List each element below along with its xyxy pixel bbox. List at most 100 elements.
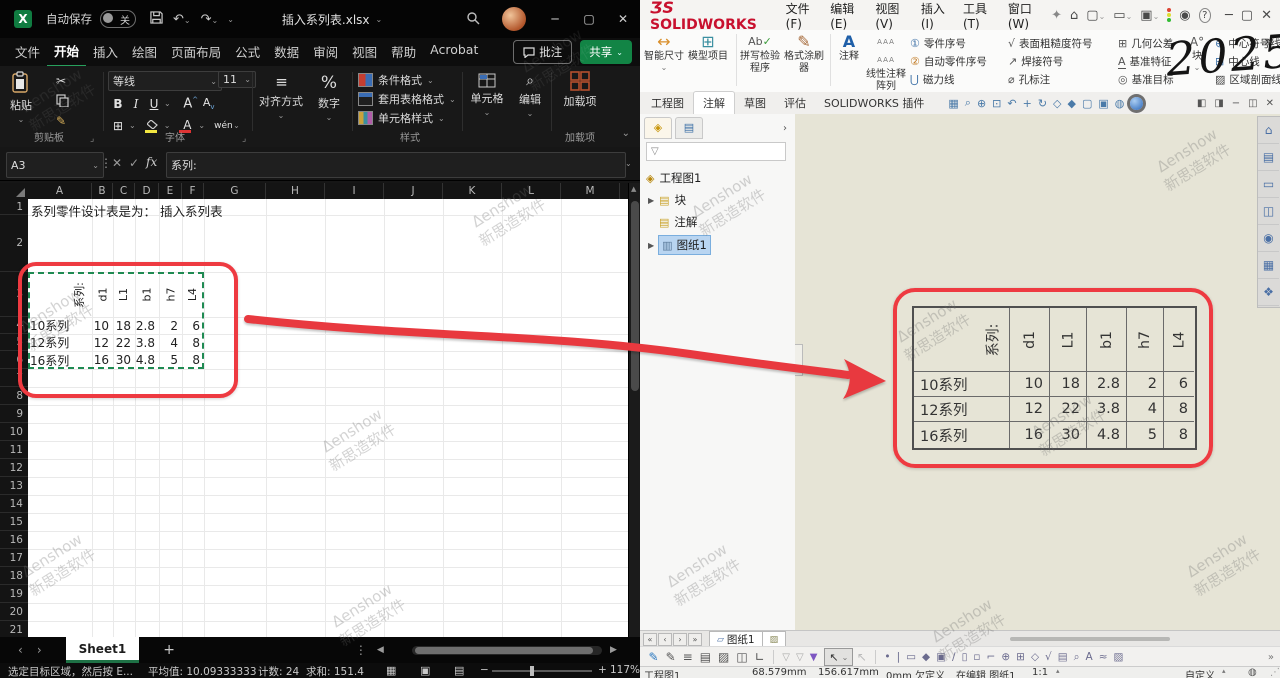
expand-panel-icon[interactable]: › <box>783 123 787 134</box>
paste-button[interactable]: 粘贴⌄ <box>10 71 32 124</box>
grow-font-button[interactable]: A^ <box>183 96 199 111</box>
zoom-in-icon[interactable]: + <box>598 664 607 676</box>
forum-icon[interactable]: ❖ <box>1258 279 1279 306</box>
addins-button[interactable]: 加载项 <box>558 71 602 109</box>
page-layout-view-icon[interactable]: ▣ <box>420 664 430 677</box>
weld-symbol-button[interactable]: ↗焊接符号 <box>1008 54 1063 69</box>
corner-icon[interactable]: ⌐ <box>987 651 996 663</box>
point-icon[interactable]: • <box>884 651 890 663</box>
editing-group-button[interactable]: ⌕ 编辑⌄ <box>513 73 547 118</box>
font-name-select[interactable]: 等线⌄ <box>108 71 222 91</box>
zoom-inout-icon[interactable]: ⊕ <box>977 97 986 110</box>
filter2-icon[interactable]: ▽ <box>796 652 804 663</box>
hatch2-icon[interactable]: ▨ <box>1114 651 1124 663</box>
menu-tab[interactable]: 绘图 <box>125 38 164 66</box>
zoom-level[interactable]: 117% <box>610 664 640 676</box>
sheet-tab[interactable]: Sheet1 <box>66 637 140 663</box>
menu-tab[interactable]: 视图 <box>345 38 384 66</box>
select-cursor-button[interactable]: ↖⌄ <box>824 648 853 666</box>
note-button[interactable]: A 注释 <box>834 33 864 63</box>
sheet-tab[interactable]: ▱ 图纸1 <box>709 631 763 647</box>
page-break-view-icon[interactable]: ▤ <box>454 664 464 677</box>
share-button[interactable]: 共享⌄ <box>580 40 632 64</box>
menu-tab[interactable]: 插入 <box>86 38 125 66</box>
layer-properties-icon[interactable]: ✎ <box>649 650 659 664</box>
zoom-selection-icon[interactable]: ⊡ <box>992 97 1001 110</box>
row-header[interactable]: 2 <box>0 215 28 272</box>
new-document-icon[interactable]: ▢⌄ <box>1086 8 1105 23</box>
number-group-button[interactable]: % 数字⌄ <box>312 73 346 122</box>
phonetic-button[interactable]: wén <box>214 121 230 131</box>
save-icon[interactable] <box>150 11 163 28</box>
column-header[interactable]: K <box>443 183 502 199</box>
hatch-icon[interactable]: ▨ <box>718 650 729 664</box>
datum-feature-button[interactable]: A基准特征 <box>1118 54 1172 69</box>
zoom-out-icon[interactable]: − <box>480 664 489 676</box>
hole-callout-button[interactable]: ⌀孔标注 <box>1008 72 1050 87</box>
save-icon[interactable]: ▣⌄ <box>1140 8 1159 23</box>
prev-sheet-icon[interactable]: ‹ <box>18 643 23 657</box>
previous-view-icon[interactable]: ↶ <box>1007 97 1016 110</box>
menu-tab[interactable]: 公式 <box>228 38 267 66</box>
hide-show-icon[interactable]: ▢ <box>1082 97 1092 110</box>
status-average[interactable]: 平均值: 10.09333333 <box>148 664 257 678</box>
menu-item[interactable]: 编辑(E) <box>830 0 860 31</box>
menu-tab[interactable]: 页面布局 <box>164 38 228 66</box>
row-header[interactable]: 12 <box>0 459 28 477</box>
menu-tab[interactable]: 数据 <box>267 38 306 66</box>
polygon-icon[interactable]: ◆ <box>922 651 930 663</box>
quick-access-more-icon[interactable]: ⌄ <box>227 15 234 24</box>
row-header[interactable]: 1 <box>0 199 28 215</box>
sw-maximize-button[interactable]: ▢ <box>1241 8 1253 23</box>
horizontal-scroll-thumb[interactable] <box>415 647 593 654</box>
redo-icon[interactable]: ↷⌄ <box>201 12 219 27</box>
auto-balloon-button[interactable]: ②自动零件序号 <box>910 54 987 69</box>
pan-icon[interactable]: + <box>1023 97 1032 110</box>
filter-icon[interactable]: ▽ <box>782 652 790 663</box>
row-header[interactable]: 11 <box>0 441 28 459</box>
sw-minimize-button[interactable]: ─ <box>1225 8 1233 23</box>
view-palette-icon[interactable]: ◫ <box>1258 198 1279 225</box>
autosave-toggle[interactable]: 关 <box>100 10 136 28</box>
add-sheet-tab[interactable]: ▨ <box>763 631 787 647</box>
document-title[interactable]: 插入系列表.xlsx <box>282 11 370 28</box>
display-style-icon[interactable]: ◆ <box>1068 97 1076 110</box>
zoom-slider-thumb[interactable] <box>530 666 534 676</box>
doc-close-icon[interactable]: ✕ <box>1266 98 1274 109</box>
tree-filter-input[interactable]: ▽ <box>646 142 786 161</box>
center-mark-icon[interactable]: ⊕ <box>1001 651 1010 663</box>
expand-arrow-icon[interactable]: ▶ <box>648 196 654 205</box>
menu-item[interactable]: 插入(I) <box>921 0 948 31</box>
datum-target-button[interactable]: ◎基准目标 <box>1118 72 1174 87</box>
column-header[interactable]: J <box>384 183 443 199</box>
comments-button[interactable]: 批注 <box>513 40 572 64</box>
gtol-icon[interactable]: ⊞ <box>1016 651 1025 663</box>
column-header[interactable]: H <box>266 183 325 199</box>
cut-icon[interactable]: ✂ <box>56 74 66 88</box>
alignment-group-button[interactable]: ≡ 对齐方式⌄ <box>258 73 304 120</box>
globe-icon[interactable]: ◍ <box>1248 667 1257 678</box>
menu-item[interactable]: 文件(F) <box>786 0 816 31</box>
row-header[interactable]: 21 <box>0 621 28 637</box>
format-painter-icon[interactable]: ✎ <box>56 114 66 128</box>
sheetbar-menu-icon[interactable]: ⋮ <box>355 643 367 657</box>
column-header[interactable]: I <box>325 183 384 199</box>
next-sheet-icon[interactable]: › <box>673 633 687 646</box>
menu-tab[interactable]: 审阅 <box>306 38 345 66</box>
command-tab[interactable]: 草图 <box>735 92 775 114</box>
filter-selected-icon[interactable]: ▼ <box>810 652 818 663</box>
surface-finish-button[interactable]: √表面粗糙度符号 <box>1008 36 1093 51</box>
tree-node-sheet[interactable]: ▶ ▥ 图纸1 <box>648 236 710 254</box>
feature-tree-tab[interactable]: ◈ <box>644 117 672 139</box>
scale-dropdown-icon[interactable]: ▴ <box>1056 667 1060 675</box>
zoom-fit-icon[interactable]: ▦ <box>948 97 958 110</box>
row-header[interactable]: 13 <box>0 477 28 495</box>
line-icon[interactable]: | <box>897 651 901 663</box>
diamond-icon[interactable]: ◇ <box>1031 651 1039 663</box>
command-tab[interactable]: SOLIDWORKS 插件 <box>815 92 933 114</box>
doc-window-dock2-icon[interactable]: ◨ <box>1214 98 1223 109</box>
clipboard-dialog-launcher-icon[interactable]: ⌟ <box>90 134 94 144</box>
menu-tab[interactable]: 帮助 <box>384 38 423 66</box>
select-all-corner[interactable] <box>0 183 29 199</box>
sw-horizontal-scrollbar[interactable] <box>1010 637 1170 641</box>
